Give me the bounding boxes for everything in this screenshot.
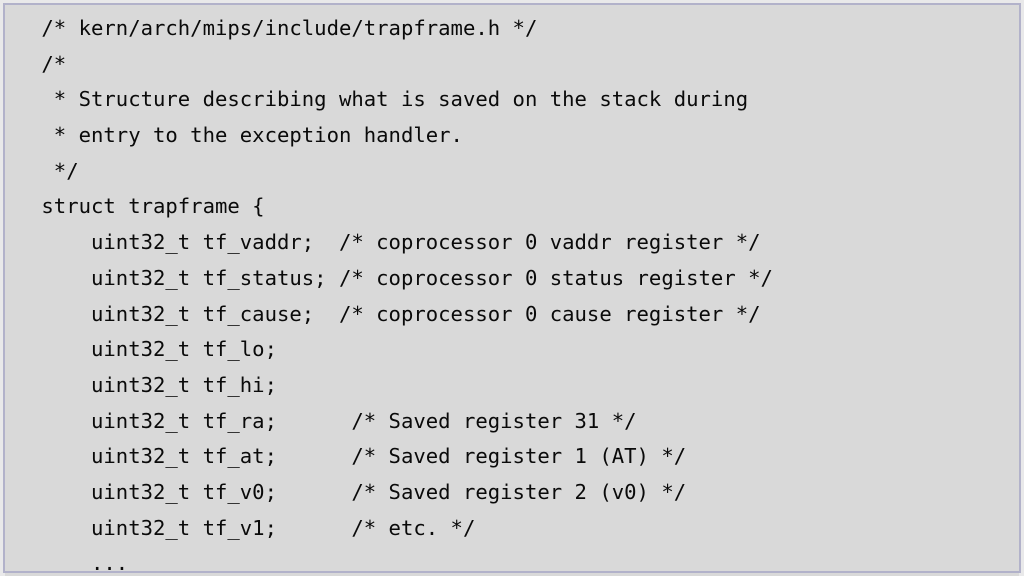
code-line: uint32_t tf_ra; /* Saved register 31 */: [29, 408, 637, 433]
code-line: uint32_t tf_vaddr; /* coprocessor 0 vadd…: [29, 230, 761, 255]
code-line: uint32_t tf_lo;: [29, 337, 277, 362]
code-line: uint32_t tf_hi;: [29, 372, 277, 397]
code-content: /* kern/arch/mips/include/trapframe.h */…: [5, 11, 773, 576]
code-slide: /* kern/arch/mips/include/trapframe.h */…: [0, 0, 1024, 576]
code-block: /* kern/arch/mips/include/trapframe.h */…: [5, 5, 773, 576]
code-line: uint32_t tf_at; /* Saved register 1 (AT)…: [29, 444, 687, 469]
code-line: uint32_t tf_status; /* coprocessor 0 sta…: [29, 265, 773, 290]
code-line: /* kern/arch/mips/include/trapframe.h */: [29, 16, 538, 40]
code-line: uint32_t tf_cause; /* coprocessor 0 caus…: [29, 301, 761, 326]
code-line: /*: [29, 51, 67, 76]
code-line: uint32_t tf_v1; /* etc. */: [29, 515, 476, 540]
code-line: */: [29, 158, 79, 183]
code-line: * Structure describing what is saved on …: [29, 87, 749, 112]
code-line: ...: [29, 551, 129, 576]
code-panel: /* kern/arch/mips/include/trapframe.h */…: [5, 5, 1019, 576]
code-line: struct trapframe {: [29, 194, 265, 219]
code-line: uint32_t tf_v0; /* Saved register 2 (v0)…: [29, 479, 687, 504]
code-line: * entry to the exception handler.: [29, 123, 463, 148]
